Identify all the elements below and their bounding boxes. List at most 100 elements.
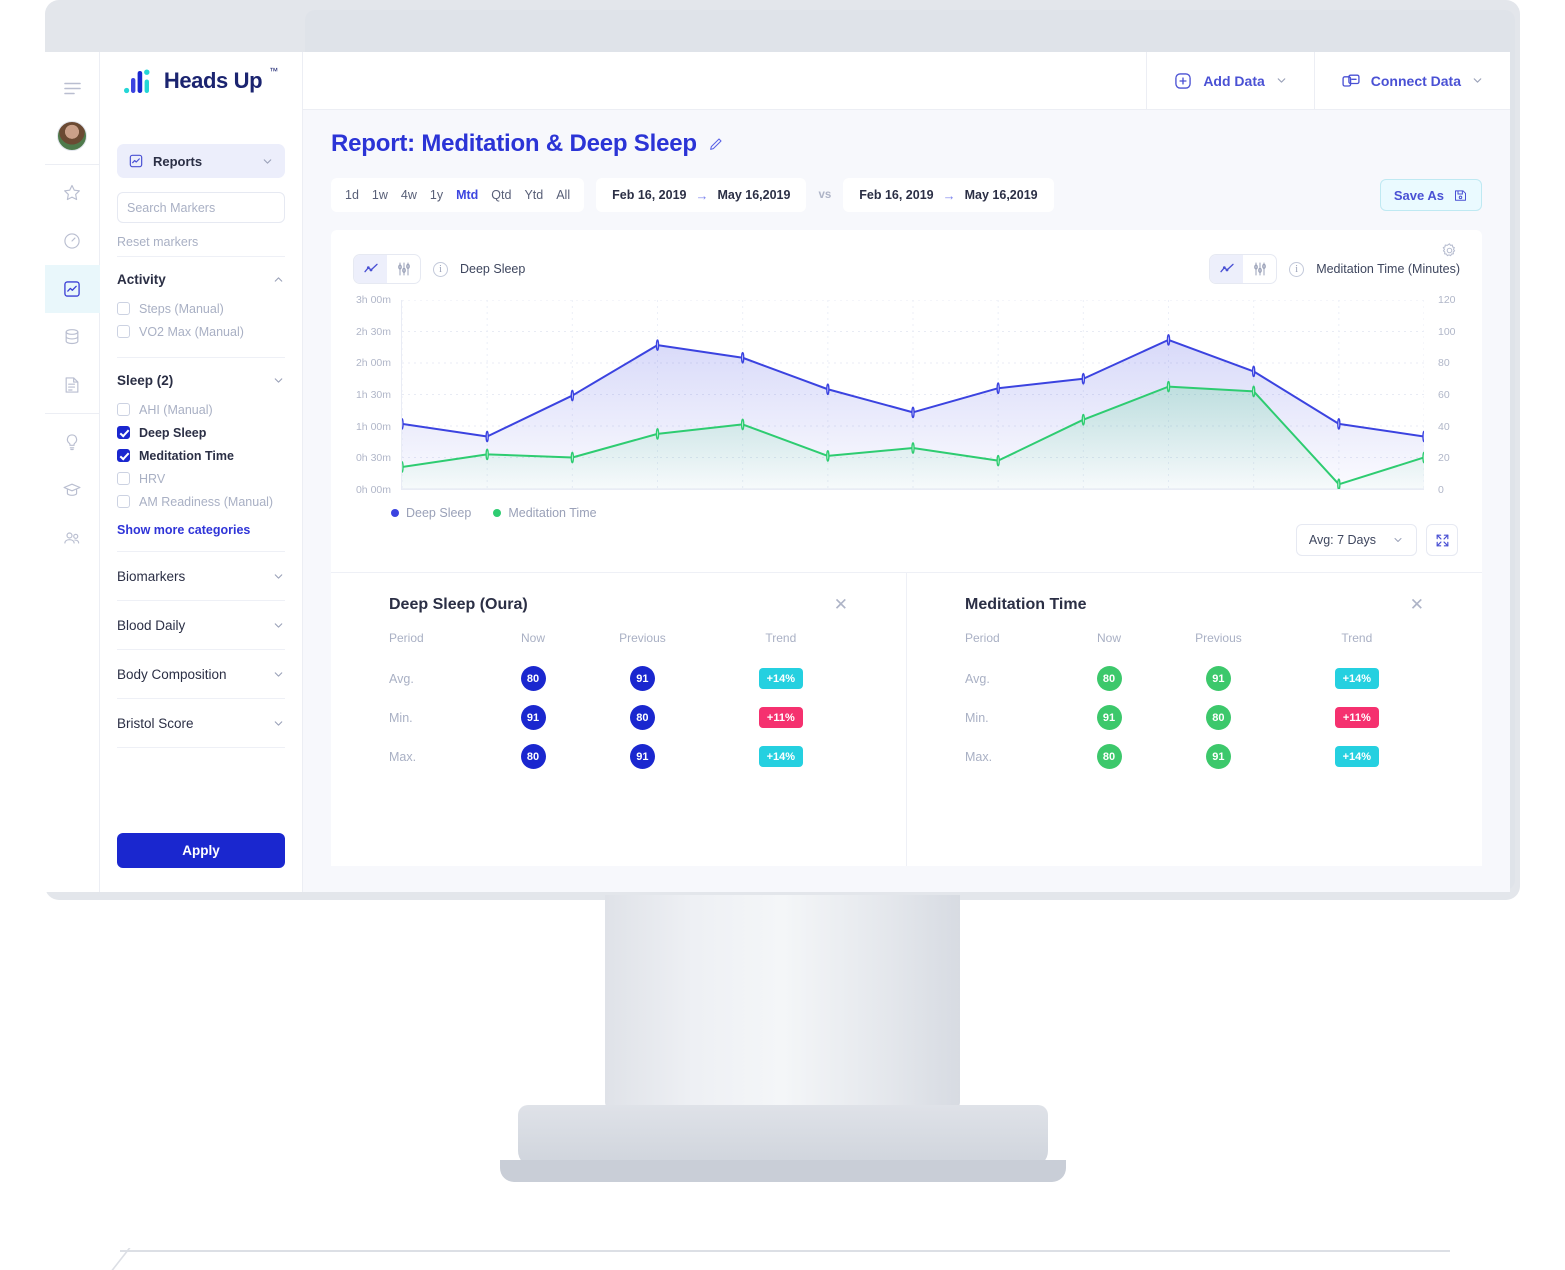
data-point[interactable] — [912, 407, 914, 417]
range-1d[interactable]: 1d — [345, 188, 359, 202]
data-point[interactable] — [1423, 431, 1424, 441]
menu-icon[interactable] — [45, 64, 100, 112]
data-point[interactable] — [827, 384, 829, 394]
data-point[interactable] — [1253, 386, 1255, 396]
show-more-categories-link[interactable]: Show more categories — [117, 513, 285, 537]
data-point[interactable] — [997, 455, 999, 465]
plus-square-icon — [1175, 72, 1192, 89]
category-blood-daily[interactable]: Blood Daily — [117, 601, 285, 650]
connect-data-button[interactable]: Connect Data — [1313, 52, 1510, 109]
people-icon[interactable] — [45, 514, 100, 562]
data-point[interactable] — [486, 431, 488, 441]
chart-plot[interactable] — [401, 300, 1424, 490]
legend-item-meditation-time[interactable]: Meditation Time — [493, 506, 597, 520]
range-all[interactable]: All — [556, 188, 570, 202]
checkbox-checked[interactable] — [117, 449, 130, 462]
star-icon[interactable] — [45, 169, 100, 217]
search-markers-box[interactable] — [117, 192, 288, 223]
category-biomarkers[interactable]: Biomarkers — [117, 552, 285, 601]
top-bar: Add Data Connect Data — [303, 52, 1510, 110]
connect-data-icon — [1342, 74, 1360, 87]
reports-selector[interactable]: Reports — [117, 144, 285, 178]
info-icon[interactable]: i — [433, 261, 448, 277]
marker-row[interactable]: AHI (Manual) — [117, 398, 285, 421]
avg-select[interactable]: Avg: 7 Days — [1295, 524, 1417, 556]
range-1y[interactable]: 1y — [430, 188, 443, 202]
data-point[interactable] — [1167, 381, 1169, 391]
data-point[interactable] — [571, 452, 573, 462]
checkbox[interactable] — [117, 302, 130, 315]
data-point[interactable] — [1167, 335, 1169, 345]
gauge-icon[interactable] — [45, 217, 100, 265]
data-point[interactable] — [742, 419, 744, 429]
category-header-activity[interactable]: Activity — [117, 257, 285, 297]
add-data-button[interactable]: Add Data — [1146, 52, 1313, 109]
search-input[interactable] — [127, 200, 288, 215]
vs-label: vs — [818, 189, 832, 201]
category-bristol-score[interactable]: Bristol Score — [117, 699, 285, 748]
range-4w[interactable]: 4w — [401, 188, 417, 202]
data-point[interactable] — [486, 449, 488, 459]
left-viz-toggle[interactable] — [353, 254, 421, 284]
save-as-button[interactable]: Save As — [1379, 179, 1482, 211]
marker-row-meditation-time[interactable]: Meditation Time — [117, 444, 285, 467]
marker-row[interactable]: Steps (Manual) — [117, 297, 285, 320]
chevron-down-icon — [1473, 78, 1482, 83]
brand-logo[interactable]: Heads Up ™ — [100, 52, 303, 110]
avatar[interactable] — [45, 112, 100, 160]
checkbox[interactable] — [117, 472, 130, 485]
line-chart-toggle-icon[interactable] — [354, 255, 387, 283]
data-point[interactable] — [1423, 452, 1424, 462]
gear-icon[interactable] — [1441, 242, 1458, 264]
right-viz-toggle[interactable] — [1209, 254, 1278, 284]
line-chart-toggle-icon[interactable] — [1210, 255, 1244, 283]
database-icon[interactable] — [45, 313, 100, 361]
marker-row[interactable]: HRV — [117, 467, 285, 490]
time-range-selector[interactable]: 1d 1w 4w 1y Mtd Qtd Ytd All — [331, 178, 585, 212]
data-point[interactable] — [402, 419, 403, 429]
table-row: Min. 91 80 +11% — [389, 698, 848, 737]
candlestick-toggle-icon[interactable] — [387, 255, 420, 283]
info-icon[interactable]: i — [1289, 261, 1305, 277]
data-point[interactable] — [656, 429, 658, 439]
range-qtd[interactable]: Qtd — [491, 188, 511, 202]
date-range-compare[interactable]: Feb 16, 2019 → May 16,2019 — [843, 178, 1054, 212]
data-point[interactable] — [1338, 419, 1340, 429]
marker-row-deep-sleep[interactable]: Deep Sleep — [117, 421, 285, 444]
reset-markers-link[interactable]: Reset markers — [117, 235, 285, 257]
close-icon[interactable]: ✕ — [834, 595, 848, 615]
data-point[interactable] — [1082, 374, 1084, 384]
data-point[interactable] — [912, 443, 914, 453]
legend-item-deep-sleep[interactable]: Deep Sleep — [391, 506, 471, 520]
range-1w[interactable]: 1w — [372, 188, 388, 202]
checkbox[interactable] — [117, 403, 130, 416]
data-point[interactable] — [997, 383, 999, 393]
date-range-primary[interactable]: Feb 16, 2019 → May 16,2019 — [596, 178, 807, 212]
document-icon[interactable] — [45, 361, 100, 409]
range-ytd[interactable]: Ytd — [524, 188, 543, 202]
sidebar-item-reports[interactable] — [45, 265, 100, 313]
close-icon[interactable]: ✕ — [1410, 595, 1424, 615]
category-header-sleep[interactable]: Sleep (2) — [117, 358, 285, 398]
candlestick-toggle-icon[interactable] — [1243, 255, 1276, 283]
checkbox-checked[interactable] — [117, 426, 130, 439]
range-mtd[interactable]: Mtd — [456, 188, 478, 202]
data-point[interactable] — [571, 390, 573, 400]
data-point[interactable] — [1338, 479, 1340, 489]
marker-row[interactable]: AM Readiness (Manual) — [117, 490, 285, 513]
graduation-cap-icon[interactable] — [45, 466, 100, 514]
data-point[interactable] — [402, 462, 403, 472]
checkbox[interactable] — [117, 495, 130, 508]
lightbulb-icon[interactable] — [45, 418, 100, 466]
data-point[interactable] — [742, 353, 744, 363]
data-point[interactable] — [656, 340, 658, 350]
data-point[interactable] — [1253, 366, 1255, 376]
checkbox[interactable] — [117, 325, 130, 338]
fullscreen-button[interactable] — [1426, 524, 1458, 556]
pencil-icon[interactable] — [708, 136, 724, 152]
apply-button[interactable]: Apply — [117, 833, 285, 868]
marker-row[interactable]: VO2 Max (Manual) — [117, 320, 285, 343]
data-point[interactable] — [827, 451, 829, 461]
category-body-composition[interactable]: Body Composition — [117, 650, 285, 699]
data-point[interactable] — [1082, 415, 1084, 425]
